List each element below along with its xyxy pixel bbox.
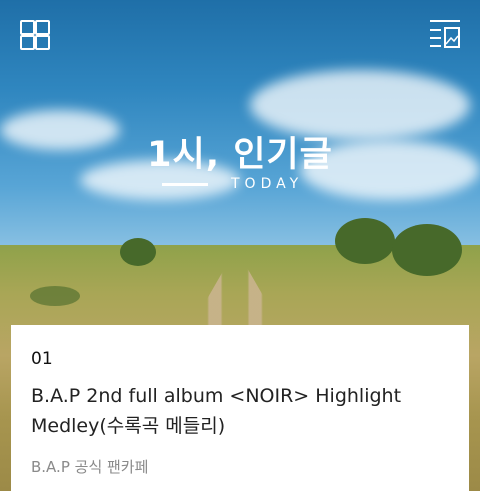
banner-subtitle: TODAY: [231, 176, 304, 192]
bush: [392, 224, 462, 276]
bush: [120, 238, 156, 266]
title-underline: [162, 183, 208, 186]
post-title[interactable]: B.A.P 2nd full album <NOIR> Highlight Me…: [31, 381, 456, 441]
banner-title: 1시, 인기글: [147, 135, 333, 175]
post-source: B.A.P 공식 팬카페: [31, 458, 149, 476]
grid-icon[interactable]: [20, 20, 50, 50]
bush: [30, 286, 80, 306]
post-rank: 01: [31, 349, 53, 369]
list-icon[interactable]: [428, 18, 462, 50]
post-card[interactable]: 01 B.A.P 2nd full album <NOIR> Highlight…: [11, 325, 469, 495]
bush: [335, 218, 395, 264]
